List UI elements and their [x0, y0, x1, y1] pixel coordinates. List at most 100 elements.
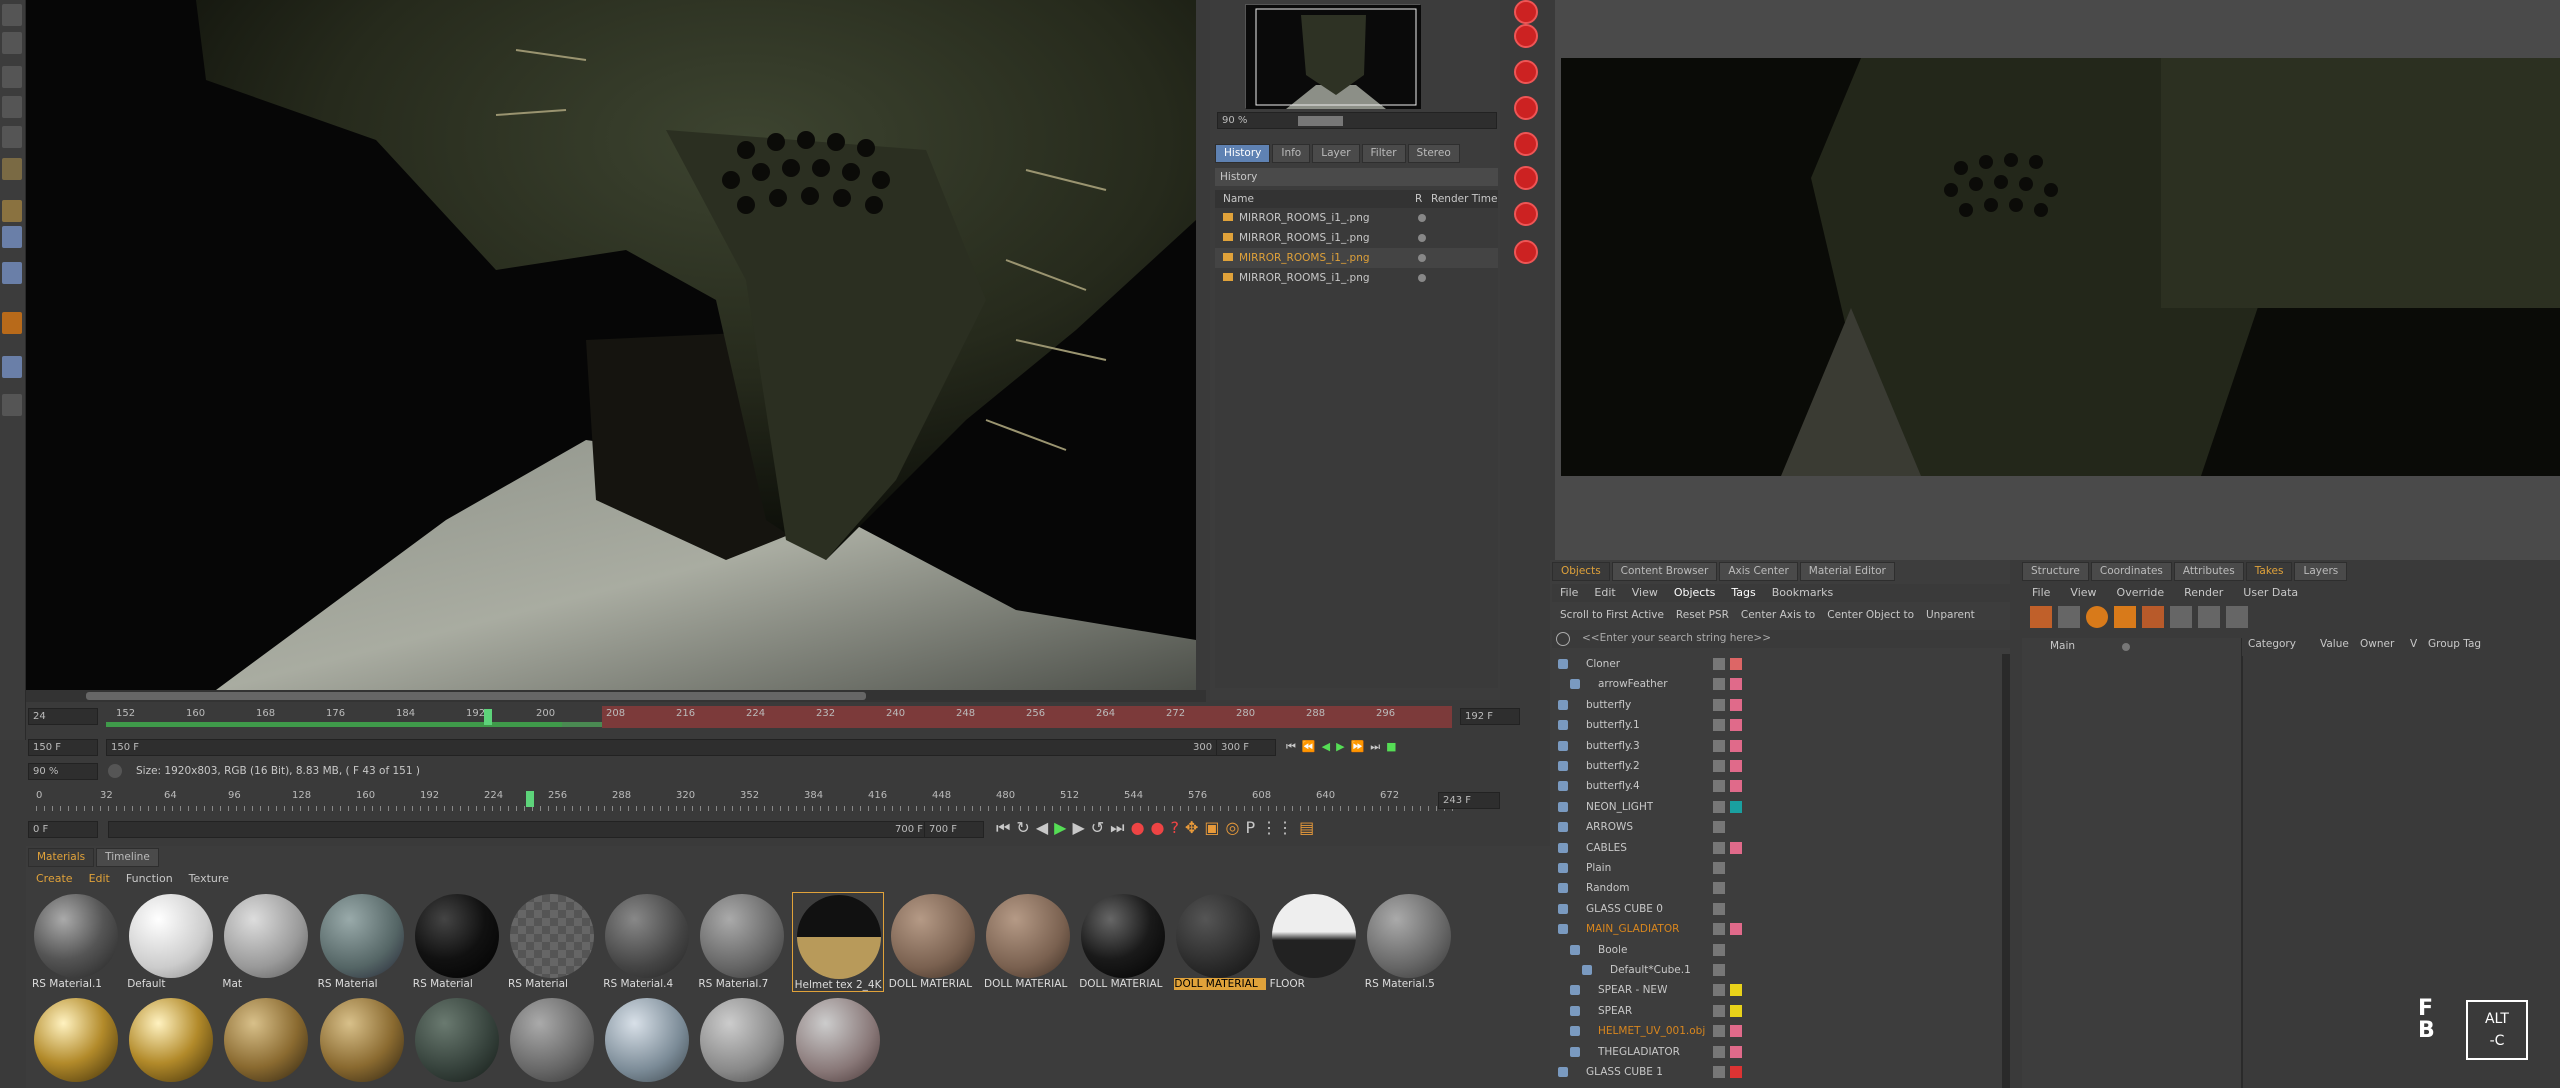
grid-icon[interactable]: [2, 394, 22, 416]
takes-column[interactable]: V: [2410, 638, 2417, 650]
object-row[interactable]: NEON_LIGHT: [1550, 797, 2010, 817]
takes-menu-item[interactable]: Render: [2184, 586, 2223, 599]
object-name[interactable]: HELMET_UV_001.obj: [1598, 1021, 1705, 1041]
object-row[interactable]: SPEAR: [1550, 1001, 2010, 1021]
layer-color-swatch[interactable]: [1730, 1004, 1742, 1017]
material-swatch-row2[interactable]: [696, 996, 788, 1088]
material-swatch[interactable]: DOLL MATERIAL: [887, 892, 979, 992]
timeline-ruler-top[interactable]: 24 152 160 168 176 184 192 200 208 216 224 232 240 2…: [26, 706, 1546, 728]
object-name[interactable]: MAIN_GLADIATOR: [1586, 919, 1679, 939]
material-tab[interactable]: Materials: [28, 848, 95, 867]
material-swatch[interactable]: RS Material.1: [30, 892, 122, 992]
material-name[interactable]: DOLL MATERIAL: [1079, 978, 1171, 990]
take-main[interactable]: Main: [2050, 640, 2075, 652]
material-menu-item[interactable]: Create: [36, 872, 73, 885]
om-tab[interactable]: Objects: [1552, 562, 1610, 581]
col-r[interactable]: R: [1415, 190, 1422, 208]
om-toolbar-button[interactable]: Unparent: [1926, 609, 1975, 621]
material-name[interactable]: RS Material.5: [1365, 978, 1457, 990]
om-toolbar-button[interactable]: Center Object to: [1827, 609, 1914, 621]
layer-color-swatch[interactable]: [1730, 841, 1742, 854]
om-toolbar-button[interactable]: Center Axis to: [1741, 609, 1815, 621]
object-name[interactable]: butterfly.2: [1586, 756, 1640, 776]
takes-column[interactable]: Category: [2248, 638, 2296, 650]
rs-render-icon[interactable]: [1514, 0, 1538, 24]
layer-color-swatch[interactable]: [1730, 923, 1742, 936]
attr-tab[interactable]: Takes: [2245, 562, 2293, 581]
zoom-field[interactable]: 90 %: [28, 763, 98, 780]
ruler-bottom[interactable]: 0 32 64 96 128 160 192 224 256 288 320 352 384 416 448…: [36, 788, 1456, 812]
object-name[interactable]: Boole: [1598, 940, 1627, 960]
current-frame-field[interactable]: 24: [28, 708, 98, 725]
tab-layer[interactable]: Layer: [1312, 144, 1360, 163]
material-swatch[interactable]: Default: [125, 892, 217, 992]
object-name[interactable]: Cloner: [1586, 654, 1620, 674]
object-row[interactable]: GLASS CUBE 0: [1550, 899, 2010, 919]
scheme-icon[interactable]: ▤: [1299, 818, 1314, 842]
rs-ipr-icon[interactable]: [1514, 24, 1538, 48]
takes-column[interactable]: Owner: [2360, 638, 2394, 650]
visibility-icon[interactable]: [1713, 841, 1725, 854]
material-name[interactable]: Default: [127, 978, 219, 990]
om-menu-item[interactable]: Objects: [1674, 586, 1716, 599]
material-menu-item[interactable]: Texture: [189, 872, 229, 885]
record-icon[interactable]: ●: [1131, 818, 1145, 842]
keyframe-selection-icon[interactable]: ?: [1171, 818, 1180, 842]
loop-icon[interactable]: ↻: [1016, 818, 1029, 842]
object-row[interactable]: butterfly.3: [1550, 736, 2010, 756]
takes-menu-item[interactable]: Override: [2117, 586, 2165, 599]
object-row[interactable]: HELMET_UV_001.obj: [1550, 1021, 2010, 1041]
material-swatch[interactable]: DOLL MATERIAL: [1077, 892, 1169, 992]
material-name[interactable]: RS Material.4: [603, 978, 695, 990]
om-toolbar-button[interactable]: Scroll to First Active: [1560, 609, 1664, 621]
om-menu-item[interactable]: Edit: [1594, 586, 1615, 599]
cube-icon[interactable]: [2, 66, 22, 88]
viewport[interactable]: [26, 0, 1196, 690]
object-row[interactable]: ARROWS: [1550, 817, 2010, 837]
material-swatch-row2[interactable]: [792, 996, 884, 1088]
visibility-icon[interactable]: [1713, 964, 1725, 976]
om-tab[interactable]: Axis Center: [1719, 562, 1798, 581]
layer-color-swatch[interactable]: [1730, 698, 1742, 711]
om-menu-item[interactable]: View: [1632, 586, 1658, 599]
om-menu-item[interactable]: Bookmarks: [1772, 586, 1833, 599]
goto-start-icon[interactable]: ⏮: [996, 818, 1010, 842]
tab-info[interactable]: Info: [1272, 144, 1311, 163]
ruler-icon[interactable]: [2, 200, 22, 222]
box-select-icon[interactable]: [2, 158, 22, 180]
snap-icon[interactable]: [2, 262, 22, 284]
start-frame-field[interactable]: 150 F: [28, 739, 98, 756]
visibility-icon[interactable]: [1713, 943, 1725, 956]
search-clear-icon[interactable]: [1556, 632, 1570, 646]
autokey-icon[interactable]: ●: [1151, 818, 1165, 842]
layer-color-swatch[interactable]: [1730, 984, 1742, 997]
takes-menu-item[interactable]: File: [2032, 586, 2050, 599]
om-menu-item[interactable]: Tags: [1731, 586, 1755, 599]
material-name[interactable]: RS Material.1: [32, 978, 124, 990]
timeline-ruler-bottom[interactable]: 0 32 64 96 128 160 192 224 256 288 320 352 384 416 448…: [26, 788, 1546, 812]
material-name[interactable]: RS Material.7: [698, 978, 790, 990]
viewport-scrollbar[interactable]: [26, 690, 1206, 702]
material-name[interactable]: DOLL MATERIAL: [984, 978, 1076, 990]
visibility-icon[interactable]: [1713, 760, 1725, 772]
visibility-icon[interactable]: [1713, 780, 1725, 793]
takes-column[interactable]: Group Tag: [2428, 638, 2481, 650]
rs-list-icon[interactable]: [1514, 166, 1538, 190]
object-row[interactable]: Cloner: [1550, 654, 2010, 674]
take-override-icon[interactable]: [2086, 606, 2108, 628]
object-row[interactable]: GLASS CUBE 1: [1550, 1062, 2010, 1082]
object-name[interactable]: GLASS CUBE 1: [1586, 1062, 1663, 1082]
first-frame-icon[interactable]: ⏮: [1286, 740, 1296, 756]
navigator-zoom[interactable]: 90 %: [1217, 112, 1497, 129]
material-swatch[interactable]: FLOOR: [1268, 892, 1360, 992]
material-menu-item[interactable]: Function: [126, 872, 173, 885]
visibility-icon[interactable]: [1713, 923, 1725, 936]
visibility-icon[interactable]: [1713, 821, 1725, 834]
object-name[interactable]: SPEAR: [1598, 1001, 1632, 1021]
take-new-icon[interactable]: [2030, 606, 2052, 628]
play-back-icon[interactable]: ◀: [1322, 740, 1330, 756]
key-position-icon[interactable]: ✥: [1185, 818, 1198, 842]
tab-stereo[interactable]: Stereo: [1407, 144, 1460, 163]
key-rotation-icon[interactable]: ◎: [1226, 818, 1240, 842]
material-swatch[interactable]: RS Material: [506, 892, 598, 992]
